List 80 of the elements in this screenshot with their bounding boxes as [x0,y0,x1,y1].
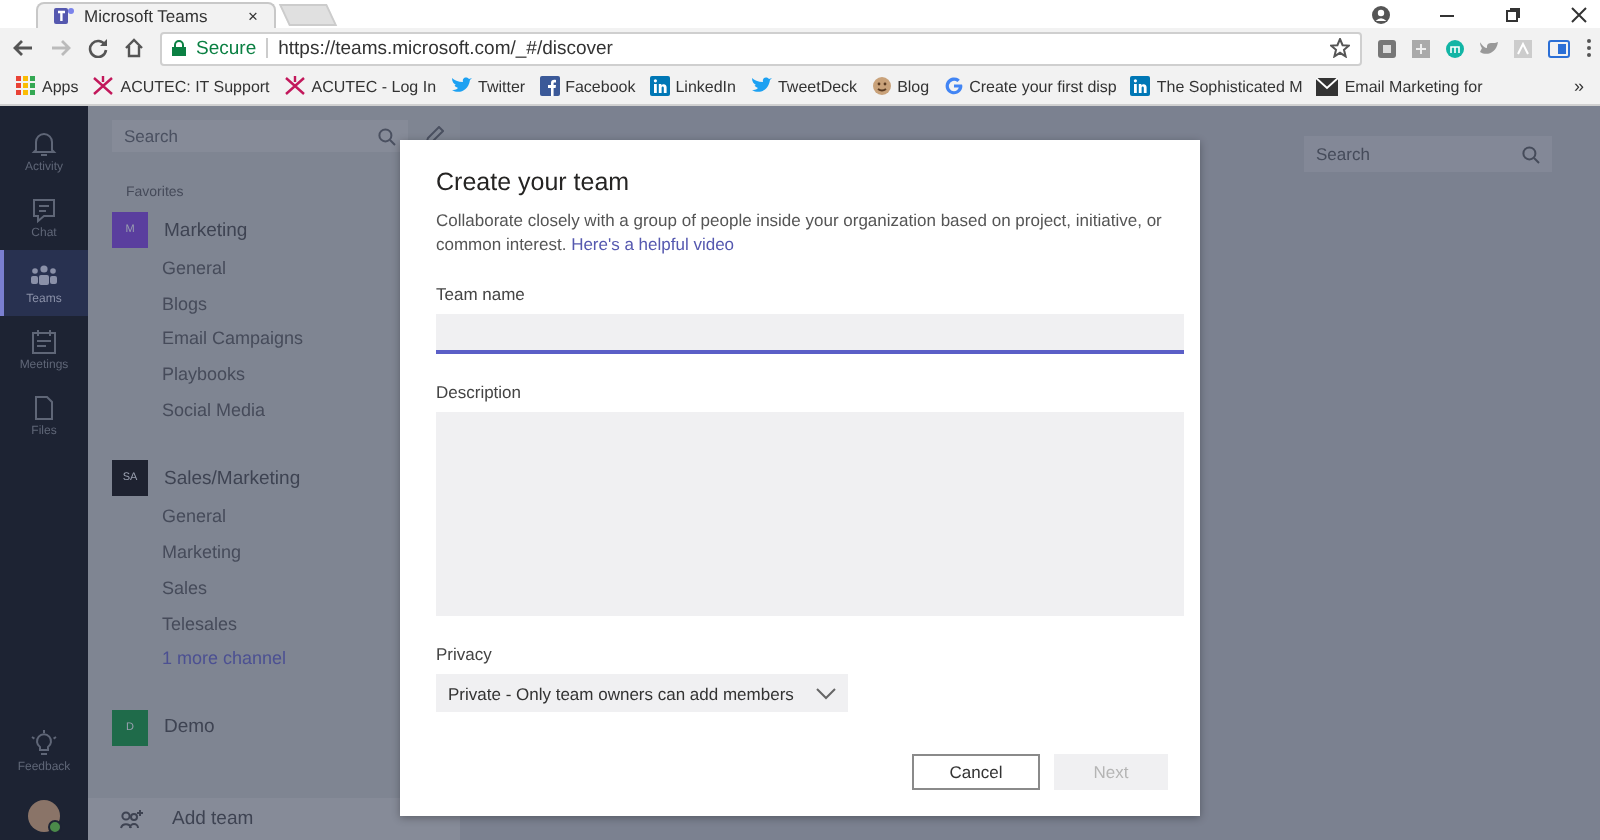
bookmark[interactable]: Twitter [450,76,526,96]
team-name-field[interactable] [436,314,1184,354]
team-name[interactable]: Sales/Marketing [164,467,301,490]
linkedin-icon[interactable] [649,76,670,96]
bell-icon [30,129,58,157]
bookmark[interactable]: Create your first disp [943,76,1117,96]
lightbulb-icon [30,729,58,757]
search-placeholder: Search [124,126,178,146]
browser-tab[interactable]: Microsoft Teams × [36,2,276,28]
tab-close-button[interactable]: × [248,6,258,26]
teams-logo-icon [54,6,74,26]
search-field[interactable]: Search [1304,136,1552,172]
envelope-icon[interactable] [1316,77,1339,95]
channel-item[interactable]: Playbooks [162,358,246,394]
search-icon [1522,145,1540,163]
chevron-down-icon [816,687,836,699]
bookmark[interactable]: The Sophisticated M [1130,76,1303,96]
channel-item[interactable]: Telesales [162,607,238,643]
bookmark[interactable]: ACUTEC: IT Support [92,76,270,96]
team-name[interactable]: Demo [164,716,215,739]
search-icon [378,127,396,145]
bookmark[interactable]: Apps [16,76,79,96]
star-icon[interactable] [1330,38,1350,58]
cancel-button[interactable]: Cancel [912,754,1040,790]
tab-title: Microsoft Teams [84,6,210,26]
chat-icon [30,195,58,223]
calendar-icon [30,327,58,355]
reload-icon[interactable] [88,38,108,58]
spark-icon[interactable] [283,76,306,96]
restore-icon[interactable] [1504,5,1522,23]
bookmark[interactable]: Email Marketing for [1316,77,1483,95]
security-label: Secure [196,37,257,59]
channel-item[interactable]: Email Campaigns [162,322,304,359]
avatar-circle[interactable] [28,800,60,832]
apps-grid-icon[interactable] [16,76,36,96]
channel-item[interactable]: General [162,500,227,537]
channel-item[interactable]: Sales [162,571,208,607]
spark-icon[interactable] [92,76,115,96]
search-field[interactable]: Search [112,120,408,152]
channel-item[interactable]: Blogs [162,287,208,323]
bookmark[interactable]: TweetDeck [749,76,858,96]
teams-icon [30,261,58,289]
linkedin-icon[interactable] [1130,76,1151,96]
bookmark[interactable]: Facebook [539,76,636,96]
channel-item[interactable]: General [162,252,227,288]
facebook-icon[interactable] [539,76,560,96]
search-placeholder: Search [1316,144,1370,164]
channel-item[interactable]: Marketing [162,536,242,572]
field-label: Description [436,382,524,402]
status-dot-icon [48,820,62,834]
team-name[interactable]: Marketing [164,219,248,241]
bird-icon[interactable] [450,76,473,96]
file-icon [30,393,58,421]
field-label: Team name [436,284,527,304]
bookmarks-overflow-button[interactable]: » [1573,76,1584,96]
face-icon[interactable] [871,76,892,96]
profile-icon[interactable] [1372,5,1390,23]
home-icon[interactable] [124,38,144,58]
close-icon[interactable] [1570,5,1588,23]
bookmark[interactable]: Blog [871,76,930,96]
extension-icon[interactable] [1548,39,1570,57]
address-bar[interactable]: Secure https://teams.microsoft.com/_#/discover [160,31,1362,65]
google-icon[interactable] [943,76,964,96]
bird-icon[interactable] [749,76,772,96]
field-label: Privacy [436,644,494,664]
privacy-dropdown[interactable]: Private - Only team owners can add members [436,674,848,712]
add-people-icon [120,809,144,829]
lock-icon [172,40,186,56]
dialog-description: Collaborate closely with a group of people inside your organization based on project, initiative, or common interest. Here's a helpful video [436,208,1164,256]
bookmark[interactable]: ACUTEC - Log In [283,76,437,96]
extension-icon[interactable] [1480,39,1498,57]
bookmark[interactable]: LinkedIn [649,76,736,96]
kebab-menu-icon[interactable] [1586,38,1592,58]
url-text: https://teams.microsoft.com/_#/discover [278,37,615,59]
back-arrow-icon[interactable] [12,38,34,58]
extension-icon[interactable] [1378,39,1396,57]
dialog-title: Create your team [436,168,632,196]
helpful-video-link[interactable]: Here's a helpful video [571,234,735,254]
add-team-button[interactable]: Add team [88,798,460,840]
channel-item[interactable]: Social Media [162,393,266,429]
